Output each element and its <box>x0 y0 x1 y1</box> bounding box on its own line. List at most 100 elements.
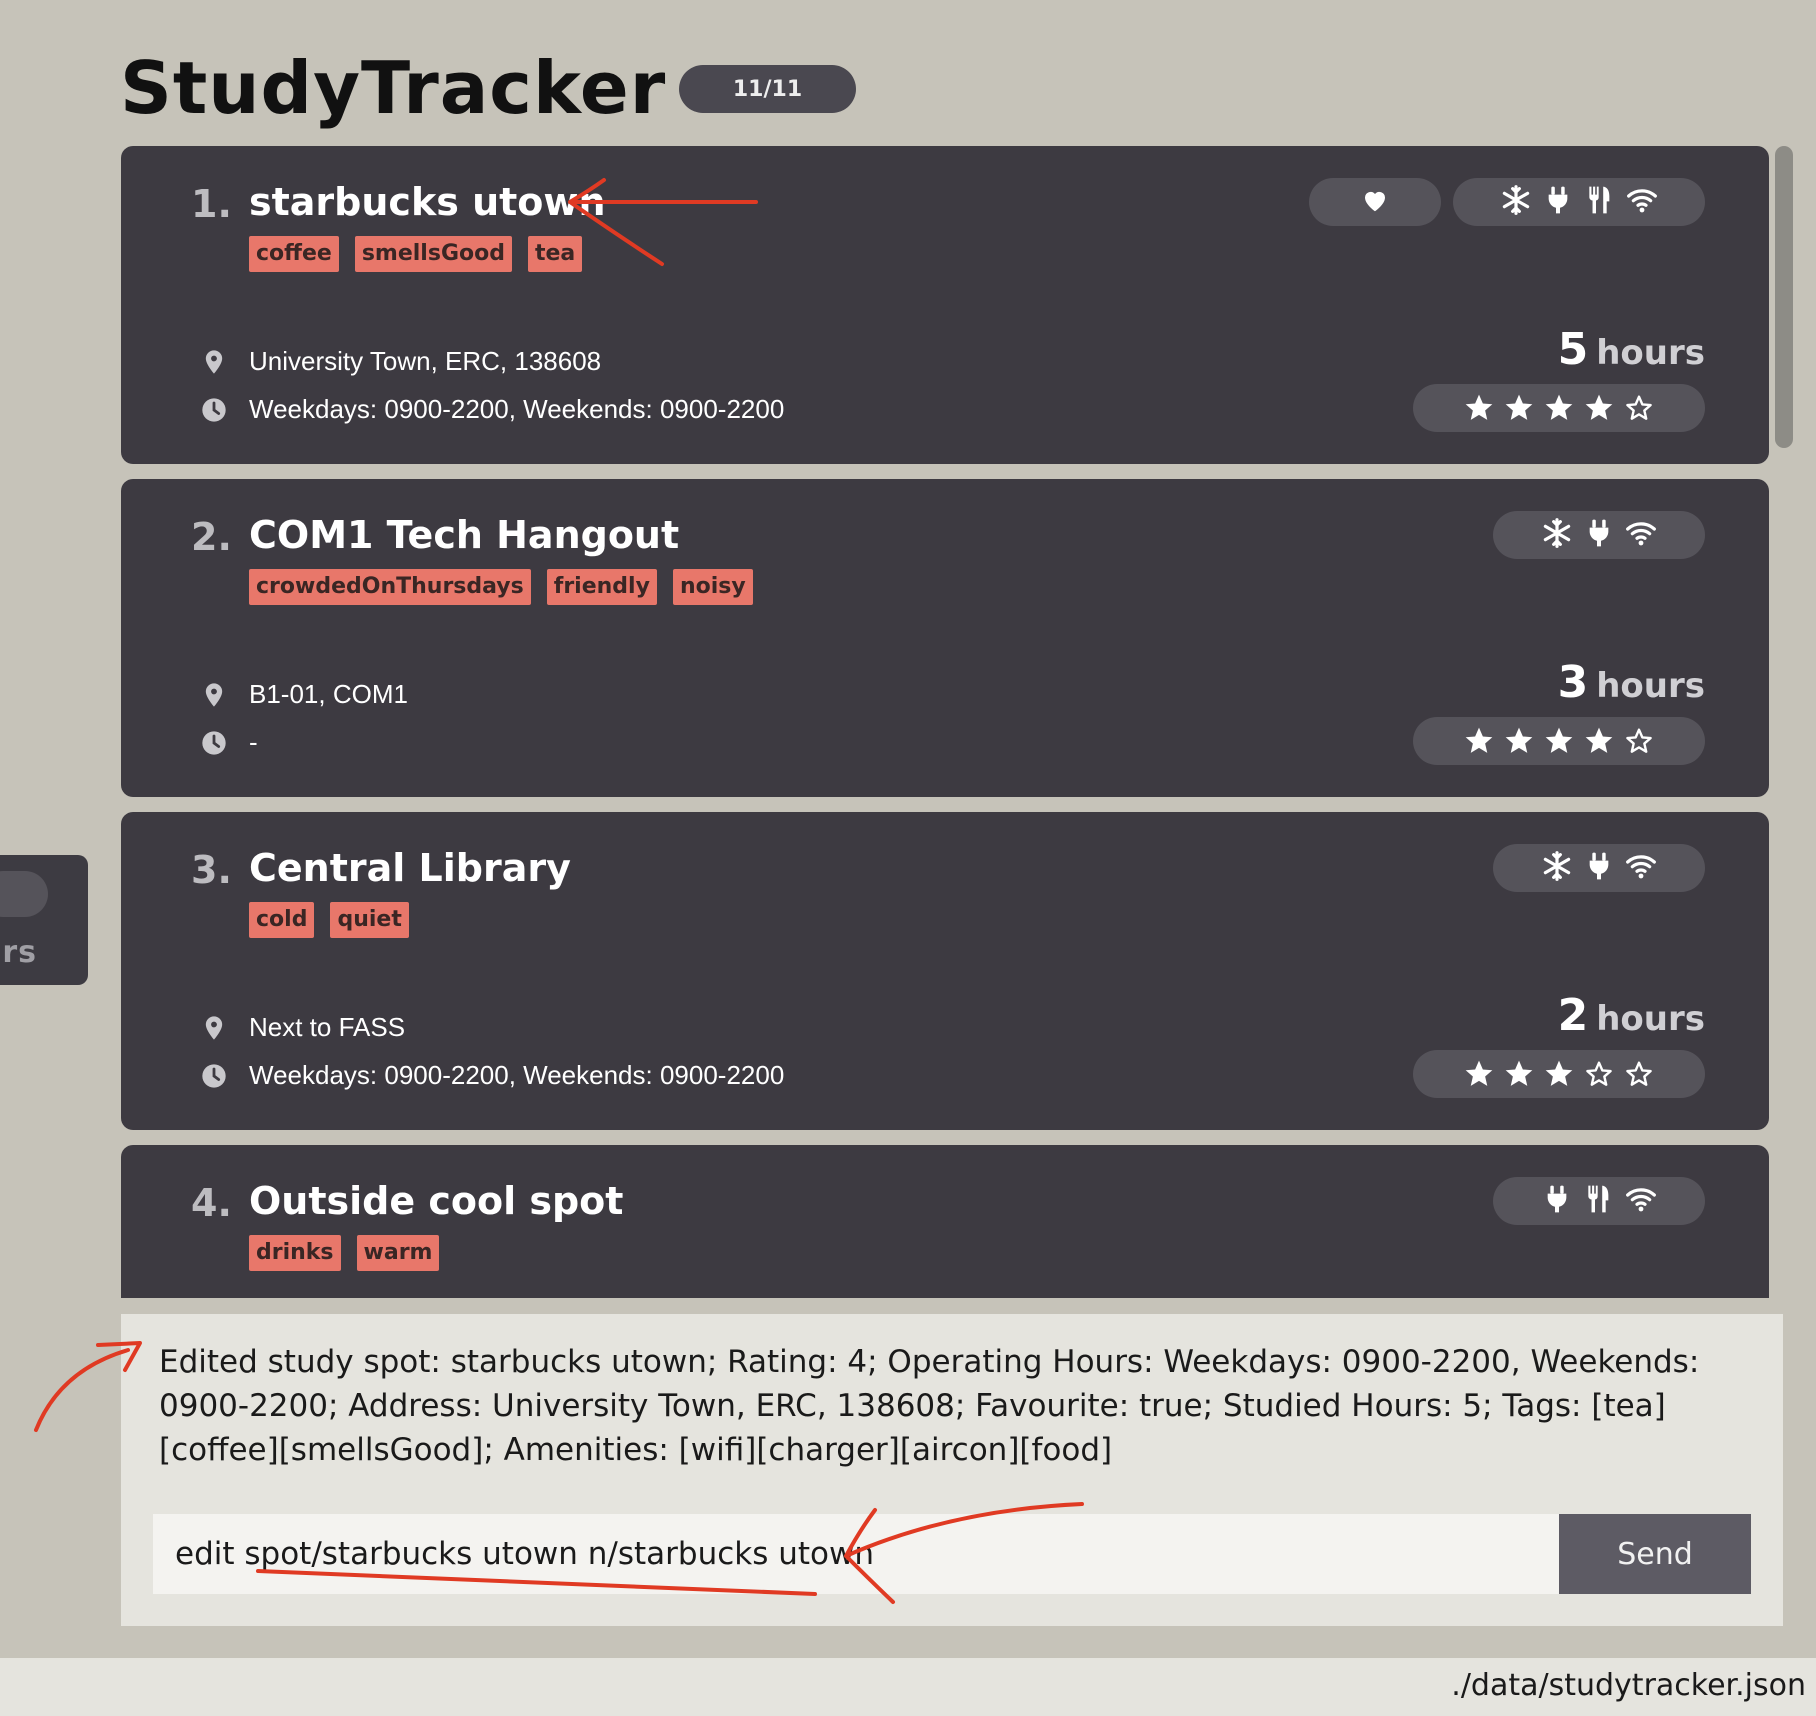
spot-index: 4. <box>191 1181 232 1225</box>
star-empty-icon <box>1583 1058 1615 1090</box>
star-filled-icon <box>1543 392 1575 424</box>
food-icon <box>1583 1183 1615 1219</box>
address-row: B1-01, COM1 <box>199 679 408 710</box>
location-pin-icon <box>199 1013 229 1043</box>
studied-hours: 3 hours <box>1558 657 1705 708</box>
tag-list: cold quiet <box>249 902 409 938</box>
star-empty-icon <box>1623 392 1655 424</box>
address-row: Next to FASS <box>199 1012 405 1043</box>
spot-name: COM1 Tech Hangout <box>249 513 680 557</box>
star-filled-icon <box>1463 725 1495 757</box>
side-panel-text: urs <box>0 935 38 970</box>
spot-name: Outside cool spot <box>249 1179 624 1223</box>
star-filled-icon <box>1503 1058 1535 1090</box>
spot-card[interactable]: 4. Outside cool spot drinks warm <box>121 1145 1769 1298</box>
location-pin-icon <box>199 347 229 377</box>
star-filled-icon <box>1543 1058 1575 1090</box>
star-filled-icon <box>1543 725 1575 757</box>
command-input[interactable] <box>153 1514 1559 1594</box>
charger-icon <box>1583 517 1615 553</box>
amenities-badge <box>1453 178 1705 226</box>
tag-badge: warm <box>356 1235 440 1271</box>
app-title: StudyTracker <box>120 46 667 130</box>
status-bar: ./data/studytracker.json <box>0 1658 1816 1716</box>
charger-icon <box>1542 184 1574 220</box>
wifi-icon <box>1625 517 1657 553</box>
star-empty-icon <box>1623 1058 1655 1090</box>
star-filled-icon <box>1503 392 1535 424</box>
address-text: B1-01, COM1 <box>249 679 408 709</box>
rating-badge <box>1413 1050 1705 1098</box>
tag-badge: noisy <box>672 569 753 605</box>
wifi-icon <box>1625 1183 1657 1219</box>
tag-list: drinks warm <box>249 1235 440 1271</box>
star-filled-icon <box>1463 392 1495 424</box>
data-file-path: ./data/studytracker.json <box>1451 1668 1806 1703</box>
amenities-badge <box>1493 844 1705 892</box>
tag-badge: friendly <box>546 569 657 605</box>
star-filled-icon <box>1583 725 1615 757</box>
star-empty-icon <box>1623 725 1655 757</box>
tag-badge: crowdedOnThursdays <box>249 569 531 605</box>
heart-icon <box>1360 185 1390 219</box>
tag-list: coffee smellsGood tea <box>249 236 583 272</box>
tag-badge: coffee <box>249 236 339 272</box>
tag-badge: cold <box>249 902 315 938</box>
spot-index: 3. <box>191 848 232 892</box>
address-row: University Town, ERC, 138608 <box>199 346 601 377</box>
tag-list: crowdedOnThursdays friendly noisy <box>249 569 753 605</box>
spot-index: 1. <box>191 182 232 226</box>
spot-card[interactable]: 1. starbucks utown coffee smellsGood tea Univ… <box>121 146 1769 464</box>
amenities-badge <box>1493 1177 1705 1225</box>
charger-icon <box>1541 1183 1573 1219</box>
location-pin-icon <box>199 680 229 710</box>
studied-hours: 5 hours <box>1558 324 1705 375</box>
food-icon <box>1584 184 1616 220</box>
spot-name: Central Library <box>249 846 571 890</box>
address-text: Next to FASS <box>249 1012 406 1042</box>
tag-badge: smellsGood <box>354 236 512 272</box>
clock-icon <box>199 395 229 425</box>
result-display: Edited study spot: starbucks utown; Rati… <box>121 1314 1783 1626</box>
operating-hours-text: Weekdays: 0900-2200, Weekends: 0900-2200 <box>249 394 785 424</box>
studied-hours-value: 2 <box>1557 990 1589 1041</box>
aircon-icon <box>1541 850 1573 886</box>
tag-badge: drinks <box>249 1235 341 1271</box>
spot-count-badge: 11/11 <box>679 65 856 113</box>
studied-hours-unit: hours <box>1596 333 1705 373</box>
operating-hours-row: Weekdays: 0900-2200, Weekends: 0900-2200 <box>199 394 784 425</box>
tag-badge: tea <box>527 236 583 272</box>
result-text: Edited study spot: starbucks utown; Rati… <box>159 1344 1700 1468</box>
studied-hours-value: 3 <box>1557 657 1589 708</box>
address-text: University Town, ERC, 138608 <box>249 346 602 376</box>
aircon-icon <box>1541 517 1573 553</box>
studied-hours-unit: hours <box>1596 666 1705 706</box>
studied-hours: 2 hours <box>1558 990 1705 1041</box>
spot-card[interactable]: 3. Central Library cold quiet Next to FASS We… <box>121 812 1769 1130</box>
operating-hours-row: Weekdays: 0900-2200, Weekends: 0900-2200 <box>199 1060 784 1091</box>
studied-hours-unit: hours <box>1596 999 1705 1039</box>
studied-hours-value: 5 <box>1557 324 1589 375</box>
send-button[interactable]: Send <box>1559 1514 1751 1594</box>
spot-index: 2. <box>191 515 232 559</box>
amenities-badge <box>1493 511 1705 559</box>
spot-card[interactable]: 2. COM1 Tech Hangout crowdedOnThursdays fri… <box>121 479 1769 797</box>
star-filled-icon <box>1503 725 1535 757</box>
tag-badge: quiet <box>330 902 409 938</box>
clock-icon <box>199 728 229 758</box>
side-panel: urs <box>0 855 88 985</box>
favourite-badge <box>1309 178 1441 226</box>
spot-name: starbucks utown <box>249 180 606 224</box>
list-scrollbar[interactable] <box>1775 146 1793 448</box>
charger-icon <box>1583 850 1615 886</box>
rating-badge <box>1413 717 1705 765</box>
spot-list[interactable]: 1. starbucks utown coffee smellsGood tea Univ… <box>121 146 1769 1298</box>
rating-badge <box>1413 384 1705 432</box>
star-filled-icon <box>1463 1058 1495 1090</box>
aircon-icon <box>1500 184 1532 220</box>
wifi-icon <box>1626 184 1658 220</box>
operating-hours-row: - <box>199 727 258 758</box>
star-filled-icon <box>1583 392 1615 424</box>
side-panel-pill <box>0 871 48 917</box>
wifi-icon <box>1625 850 1657 886</box>
